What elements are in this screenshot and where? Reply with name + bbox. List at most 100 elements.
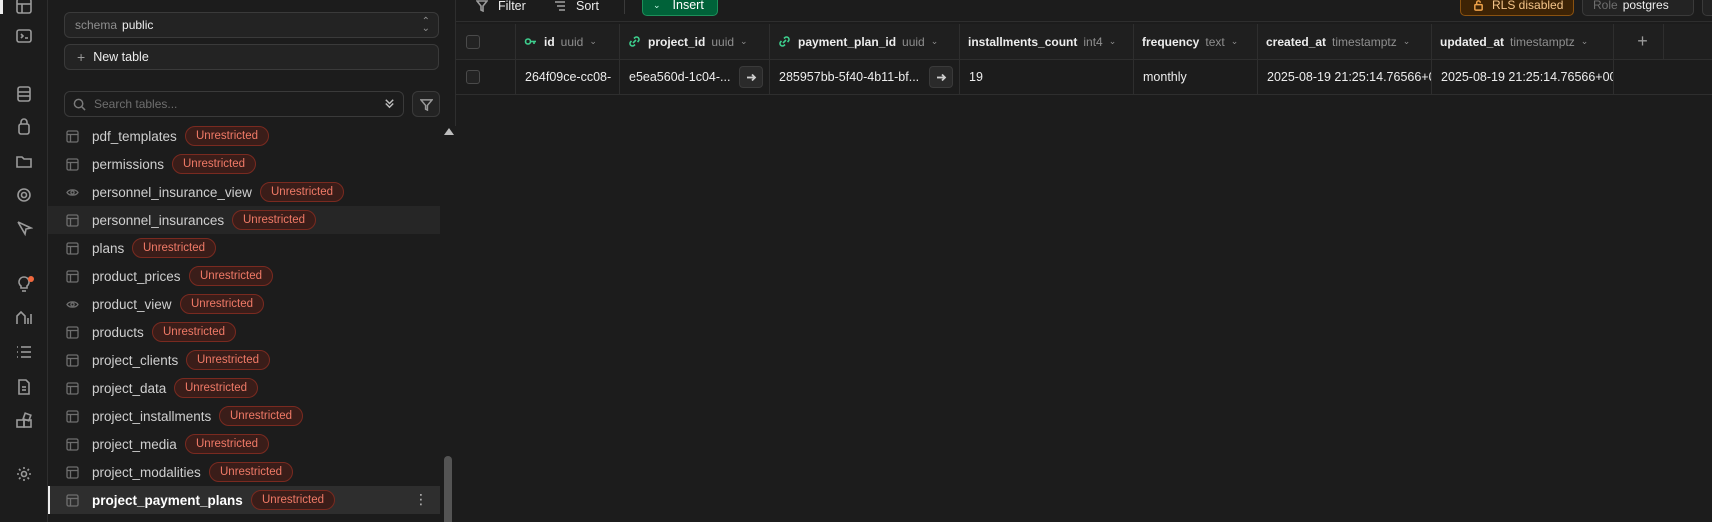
sidebar-item-project-payment-plans[interactable]: project_payment_plans Unrestricted ⋮: [48, 486, 440, 514]
scroll-up-arrow[interactable]: [444, 128, 454, 135]
integrations-icon[interactable]: [14, 411, 34, 431]
storage-icon[interactable]: [14, 151, 34, 171]
chevron-updown-icon: ⌃ ⌄: [421, 16, 430, 34]
table-icon: [66, 409, 79, 423]
sidebar-item-pdf-templates[interactable]: pdf_templates Unrestricted: [48, 122, 440, 150]
column-name: id: [544, 34, 555, 49]
table-icon: [66, 157, 79, 171]
row-checkbox[interactable]: [466, 70, 480, 84]
database-icon[interactable]: [14, 84, 34, 104]
status-badge: Unrestricted: [185, 434, 269, 454]
new-table-button[interactable]: + New table: [64, 44, 439, 70]
schema-selector[interactable]: schema public ⌃ ⌄: [64, 12, 439, 38]
table-name: personnel_insurance_view: [92, 184, 252, 200]
table-cell[interactable]: 19: [960, 60, 1134, 94]
table-row[interactable]: 264f09ce-cc08- e5ea560d-1c04-... 285957bb-…: [456, 60, 1712, 95]
chevron-down-icon[interactable]: ⌄: [1109, 36, 1117, 47]
column-header-id[interactable]: id uuid ⌄: [516, 24, 620, 59]
sidebar-item-permissions[interactable]: permissions Unrestricted: [48, 150, 440, 178]
sidebar-scrollbar[interactable]: [440, 126, 456, 522]
app-window: schema public ⌃⌄ + New table pdf_templat…: [0, 0, 1712, 522]
table-cell[interactable]: e5ea560d-1c04-...: [620, 60, 770, 94]
table-cell[interactable]: 2025-08-19 21:25:14.76566+0: [1258, 60, 1432, 94]
auth-icon[interactable]: [14, 117, 34, 137]
cell-value: e5ea560d-1c04-...: [629, 70, 731, 84]
collapse-chevron-icon[interactable]: [383, 97, 397, 111]
table-name: products: [92, 324, 144, 340]
insert-button[interactable]: ⌄ Insert: [642, 0, 718, 16]
column-header-payment-plan-id[interactable]: payment_plan_id uuid ⌄: [770, 24, 960, 59]
sidebar-item-plans[interactable]: plans Unrestricted: [48, 234, 440, 262]
chevron-down-icon[interactable]: ⌄: [1231, 36, 1239, 47]
column-header-updated-at[interactable]: updated_at timestamptz ⌄: [1432, 24, 1614, 59]
chevron-down-icon[interactable]: ⌄: [931, 36, 939, 47]
table-cell[interactable]: 285957bb-5f40-4b11-bf...: [770, 60, 960, 94]
table-editor-icon[interactable]: [14, 0, 34, 16]
status-badge: Unrestricted: [260, 182, 344, 202]
edge-functions-icon[interactable]: [14, 185, 34, 205]
filter-label: Filter: [498, 0, 526, 13]
table-name: project_modalities: [92, 464, 201, 480]
chevron-down-icon[interactable]: ⌄: [589, 36, 597, 47]
role-value: postgres: [1622, 0, 1669, 12]
column-header-project-id[interactable]: project_id uuid ⌄: [620, 24, 770, 59]
arrow-right-icon[interactable]: [739, 66, 763, 88]
cell-value: 264f09ce-cc08-: [525, 70, 612, 84]
table-name: project_data: [92, 380, 167, 396]
sidebar-item-project-clients[interactable]: project_clients Unrestricted: [48, 346, 440, 374]
table-name: project_media: [92, 436, 177, 452]
add-column-button[interactable]: +: [1614, 24, 1664, 59]
column-header-installments-count[interactable]: installments_count int4 ⌄: [960, 24, 1134, 59]
sidebar-item-project-media[interactable]: project_media Unrestricted: [48, 430, 440, 458]
realtime-icon[interactable]: [14, 218, 34, 238]
sidebar-item-project-installments[interactable]: project_installments Unrestricted: [48, 402, 440, 430]
sidebar-item-personnel-insurance-view[interactable]: personnel_insurance_view Unrestricted: [48, 178, 440, 206]
settings-icon[interactable]: [14, 464, 34, 484]
table-cell[interactable]: monthly: [1134, 60, 1258, 94]
toolbar-overflow-button[interactable]: [1702, 0, 1712, 16]
logs-icon[interactable]: [14, 342, 34, 362]
advisors-icon[interactable]: [14, 274, 34, 294]
sidebar-item-products[interactable]: products Unrestricted: [48, 318, 440, 346]
schema-value: public: [122, 18, 154, 32]
arrow-right-icon[interactable]: [929, 66, 953, 88]
search-input[interactable]: [94, 97, 374, 111]
sql-editor-icon[interactable]: [14, 26, 34, 46]
table-cell[interactable]: 2025-08-19 21:25:14.76566+00: [1432, 60, 1614, 94]
select-all-checkbox[interactable]: [466, 34, 480, 49]
toolbar-divider: [624, 0, 625, 14]
plus-icon: +: [77, 49, 86, 65]
filter-button[interactable]: Filter: [476, 0, 526, 16]
chevron-down-icon[interactable]: ⌄: [1581, 36, 1589, 47]
column-name: frequency: [1142, 34, 1200, 49]
key-icon: [524, 35, 544, 48]
chevron-down-icon[interactable]: ⌄: [1403, 36, 1411, 47]
status-badge: Unrestricted: [172, 154, 256, 174]
reports-icon[interactable]: [14, 308, 34, 328]
insert-label: Insert: [672, 0, 704, 12]
filter-tables-button[interactable]: [412, 91, 440, 117]
chevron-down-icon[interactable]: ⌄: [740, 36, 748, 47]
table-cell[interactable]: 264f09ce-cc08-: [516, 60, 620, 94]
cell-value: 19: [969, 70, 983, 84]
sort-button[interactable]: Sort: [554, 0, 599, 16]
scroll-thumb[interactable]: [444, 456, 452, 522]
table-name: project_installments: [92, 408, 212, 424]
api-docs-icon[interactable]: [14, 377, 34, 397]
role-selector[interactable]: Role postgres: [1582, 0, 1694, 16]
sidebar-item-project-data[interactable]: project_data Unrestricted: [48, 374, 440, 402]
column-type: uuid: [902, 34, 925, 49]
column-header-created-at[interactable]: created_at timestamptz ⌄: [1258, 24, 1432, 59]
sidebar-item-personnel-insurances[interactable]: personnel_insurances Unrestricted: [48, 206, 440, 234]
status-badge: Unrestricted: [180, 294, 264, 314]
table-name: personnel_insurances: [92, 212, 225, 228]
sidebar-item-product-view[interactable]: product_view Unrestricted: [48, 290, 440, 318]
sidebar-item-project-modalities[interactable]: project_modalities Unrestricted: [48, 458, 440, 486]
more-options-icon[interactable]: ⋮: [414, 492, 428, 506]
rls-disabled-button[interactable]: RLS disabled: [1460, 0, 1574, 16]
table-name: project_clients: [92, 352, 179, 368]
filter-icon: [476, 0, 488, 12]
sidebar-item-product-prices[interactable]: product_prices Unrestricted: [48, 262, 440, 290]
column-header-frequency[interactable]: frequency text ⌄: [1134, 24, 1258, 59]
column-type: int4: [1083, 34, 1103, 49]
